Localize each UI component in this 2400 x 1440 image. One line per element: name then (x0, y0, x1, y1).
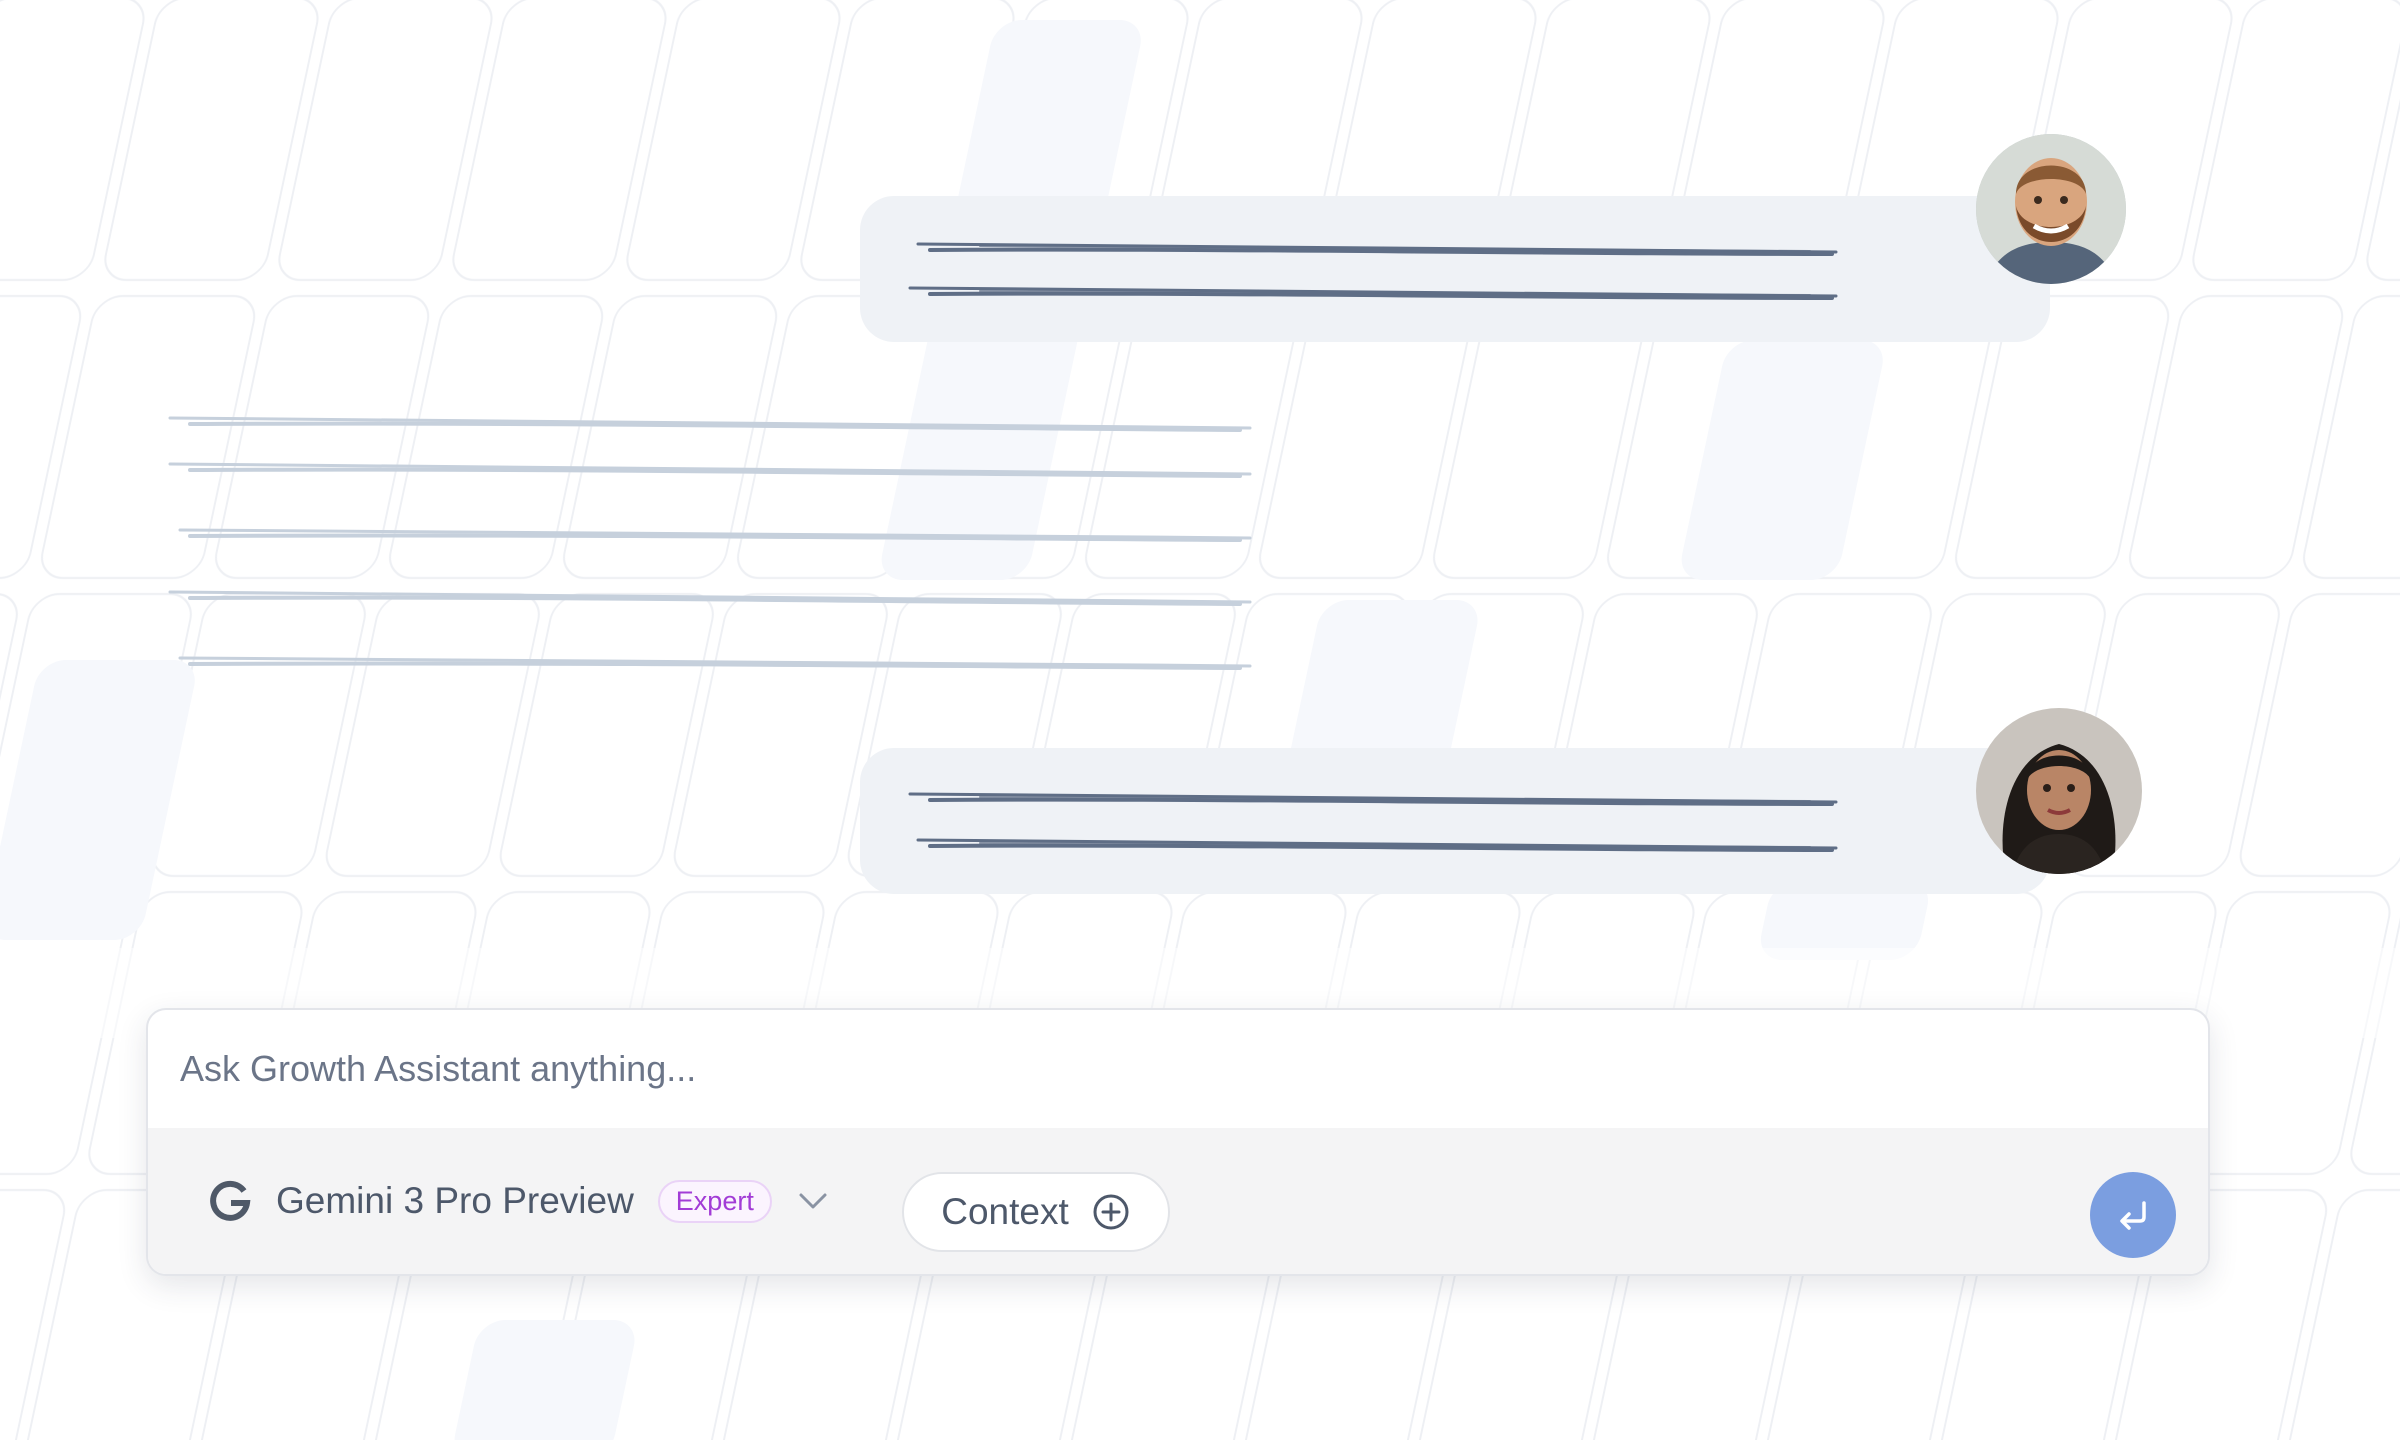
enter-return-icon (2120, 1201, 2146, 1230)
add-circle-icon (1093, 1194, 1129, 1230)
google-g-icon (210, 1180, 251, 1221)
model-name: Gemini 3 Pro Preview (276, 1180, 634, 1221)
assistant-message-text (168, 416, 1252, 670)
expert-badge: Expert (657, 1179, 772, 1223)
send-button[interactable] (2090, 1172, 2176, 1258)
user-message-bubble (860, 196, 2050, 342)
context-label: Context (941, 1191, 1069, 1232)
chat-composer: Gemini 3 Pro Preview Expert Context (146, 1008, 2210, 1276)
redacted-text-scribble (908, 792, 1838, 852)
user-message-bubble (860, 748, 2050, 894)
redacted-text-scribble (908, 242, 1838, 300)
user-avatar-woman (1976, 708, 2142, 874)
composer-toolbar: Gemini 3 Pro Preview Expert Context (148, 1128, 2208, 1274)
user-avatar-man (1976, 134, 2126, 284)
context-button[interactable]: Context (902, 1172, 1170, 1252)
chevron-down-icon[interactable] (796, 1184, 830, 1218)
prompt-input[interactable] (148, 1010, 2208, 1128)
model-selector[interactable]: Gemini 3 Pro Preview Expert (208, 1164, 1008, 1238)
